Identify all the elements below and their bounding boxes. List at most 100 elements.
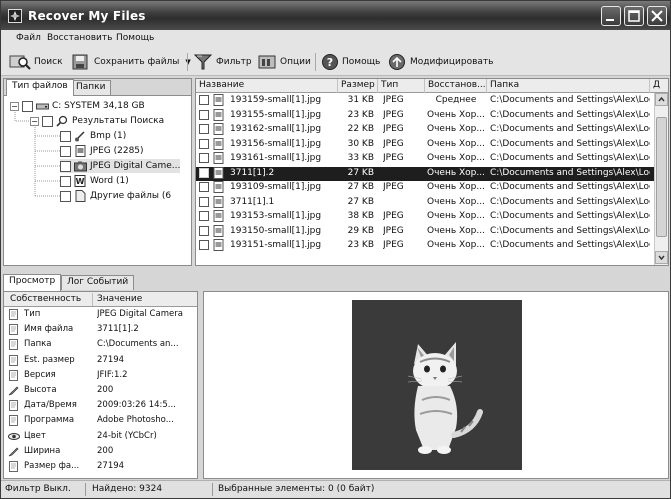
close-button[interactable] xyxy=(647,6,667,26)
status-bar: Фильтр Выкл. Найдено: 9324 Выбранные эле… xyxy=(1,480,670,498)
title-bar[interactable]: Recover My Files xyxy=(1,1,670,30)
search-button[interactable]: Поиск xyxy=(9,52,63,72)
tab-event-log[interactable]: Лог Событий xyxy=(61,275,135,290)
file-size: 38 KB xyxy=(347,211,374,221)
file-row-checkbox[interactable] xyxy=(199,225,209,239)
column-name[interactable]: Название xyxy=(196,79,338,93)
help-button[interactable]: ? Помощь xyxy=(321,52,380,72)
minimize-button[interactable] xyxy=(601,6,621,26)
jpeg-file-icon xyxy=(213,108,224,124)
doc-icon xyxy=(8,354,19,366)
file-recovery-quality: Очень Хор... xyxy=(427,196,485,207)
save-files-button[interactable]: Сохранить файлы ▼ xyxy=(71,52,191,72)
file-row[interactable]: 193150-small[1].jpg 29 KB JPEG Очень Хор...… xyxy=(196,224,654,239)
property-row[interactable]: Тип JPEG Digital Camera xyxy=(4,308,197,322)
file-row[interactable]: 3711[1].2 27 KB Очень Хор... C:\Documents a… xyxy=(196,166,654,181)
property-name: Версия xyxy=(24,369,56,380)
file-row-checkbox[interactable] xyxy=(199,196,209,210)
jpeg-file-icon xyxy=(213,181,224,196)
property-row[interactable]: Папка C:\Documents an... xyxy=(4,338,197,352)
property-row[interactable]: Высота 200 xyxy=(4,384,197,398)
property-value: 27194 xyxy=(97,354,125,365)
property-name: Программа xyxy=(24,415,75,426)
file-row-checkbox[interactable] xyxy=(199,167,209,181)
file-row-checkbox[interactable] xyxy=(199,138,209,152)
column-divider xyxy=(92,293,93,306)
status-divider xyxy=(212,483,213,496)
file-row[interactable]: 193153-small[1].jpg 38 KB JPEG Очень Хор...… xyxy=(196,210,654,224)
jpeg-file-icon xyxy=(213,239,224,254)
property-name: Размер фа... xyxy=(24,461,80,471)
file-row-checkbox[interactable] xyxy=(199,109,209,123)
filter-button[interactable]: Фильтр xyxy=(193,52,252,72)
tab-file-types[interactable]: Тип файлов xyxy=(6,79,74,96)
menu-help[interactable]: Помощь xyxy=(116,33,154,43)
file-row[interactable]: 193109-small[1].jpg 27 KB JPEG Очень Хор...… xyxy=(196,181,654,195)
tab-folders[interactable]: Папки xyxy=(70,80,112,95)
file-row[interactable]: 193155-small[1].jpg 23 KB JPEG Очень Хор...… xyxy=(196,108,654,124)
file-row[interactable]: 3711[1].1 27 KB Очень Хор... C:\Documents a… xyxy=(196,195,654,210)
file-row[interactable]: 193156-small[1].jpg 30 KB JPEG Очень Хор...… xyxy=(196,137,654,152)
file-row[interactable]: 193159-small[1].jpg 31 KB JPEG Среднее C:\Do… xyxy=(196,94,654,108)
file-type: JPEG xyxy=(383,138,404,149)
jpeg-file-icon xyxy=(213,123,224,138)
scroll-down-button[interactable] xyxy=(655,251,668,264)
column-type[interactable]: Тип xyxy=(378,79,425,93)
property-row[interactable]: Ширина 200 xyxy=(4,445,197,459)
column-recovery[interactable]: Восстанов... xyxy=(425,79,487,93)
file-row-checkbox[interactable] xyxy=(199,124,209,137)
file-row-checkbox[interactable] xyxy=(199,153,209,166)
property-row[interactable]: Размер фа... 27194 xyxy=(4,460,197,474)
toolbar: Поиск Сохранить файлы ▼ Фильтр Опции ? П… xyxy=(1,48,670,76)
upgrade-button[interactable]: Модифицировать xyxy=(387,52,493,72)
pencil-icon xyxy=(8,385,19,396)
options-button[interactable]: Опции xyxy=(257,52,311,72)
property-row[interactable]: Est. размер 27194 xyxy=(4,354,197,368)
tab-preview[interactable]: Просмотр xyxy=(3,274,62,291)
file-row-checkbox[interactable] xyxy=(199,95,209,108)
file-recovery-quality: Очень Хор... xyxy=(427,124,485,134)
file-name: 193159-small[1].jpg xyxy=(230,95,322,105)
file-row-checkbox[interactable] xyxy=(199,211,209,224)
filter-icon xyxy=(193,54,213,70)
menu-file[interactable]: Файл xyxy=(16,33,41,43)
file-row[interactable]: 193161-small[1].jpg 33 KB JPEG Очень Хор...… xyxy=(196,152,654,166)
file-recovery-quality: Очень Хор... xyxy=(427,138,485,149)
property-name: Тип xyxy=(24,309,41,319)
column-folder[interactable]: Папка xyxy=(487,79,650,93)
column-property[interactable]: Собственность xyxy=(10,294,90,304)
property-row[interactable]: Версия JFIF:1.2 xyxy=(4,369,197,383)
file-folder-path: C:\Documents and Settings\Alex\Loc... xyxy=(490,109,650,120)
property-row[interactable]: Имя файла 3711[1].2 xyxy=(4,323,197,337)
file-list-scrollbar[interactable] xyxy=(654,93,668,265)
menu-recover[interactable]: Восстановить xyxy=(47,33,112,43)
status-selected: Выбранные элементы: 0 (0 байт) xyxy=(218,484,375,494)
file-recovery-quality: Очень Хор... xyxy=(427,211,485,221)
file-row-checkbox[interactable] xyxy=(199,182,209,195)
file-name: 193153-small[1].jpg xyxy=(230,211,322,221)
file-folder-path: C:\Documents and Settings\Alex\Loc... xyxy=(490,182,650,192)
file-size: 33 KB xyxy=(347,153,374,163)
maximize-button[interactable] xyxy=(624,6,644,26)
property-value: 2009:03:26 14:5... xyxy=(97,400,176,411)
column-date[interactable]: Д xyxy=(650,79,668,93)
file-size: 30 KB xyxy=(347,138,374,149)
file-recovery-quality: Очень Хор... xyxy=(427,153,485,163)
horizontal-splitter[interactable] xyxy=(1,267,670,274)
property-row[interactable]: Дата/Время 2009:03:26 14:5... xyxy=(4,399,197,413)
jpeg-file-icon xyxy=(213,152,224,167)
help-icon: ? xyxy=(322,54,338,70)
column-value[interactable]: Значение xyxy=(97,294,197,304)
toolbar-separator xyxy=(187,53,188,71)
file-row[interactable]: 193162-small[1].jpg 22 KB JPEG Очень Хор...… xyxy=(196,123,654,137)
column-size[interactable]: Размер xyxy=(338,79,378,93)
scroll-thumb[interactable] xyxy=(656,117,667,237)
scroll-up-button[interactable] xyxy=(655,93,668,106)
property-row[interactable]: Программа Adobe Photosho... xyxy=(4,414,197,428)
property-row[interactable]: Цвет 24-bit (YCbCr) xyxy=(4,430,197,444)
file-row[interactable]: 193151-small[1].jpg 23 KB JPEG Очень Хор...… xyxy=(196,239,654,253)
minimize-icon xyxy=(606,19,614,21)
file-row-checkbox[interactable] xyxy=(199,240,209,253)
property-name: Ширина xyxy=(24,445,61,456)
file-type: JPEG xyxy=(383,240,404,250)
